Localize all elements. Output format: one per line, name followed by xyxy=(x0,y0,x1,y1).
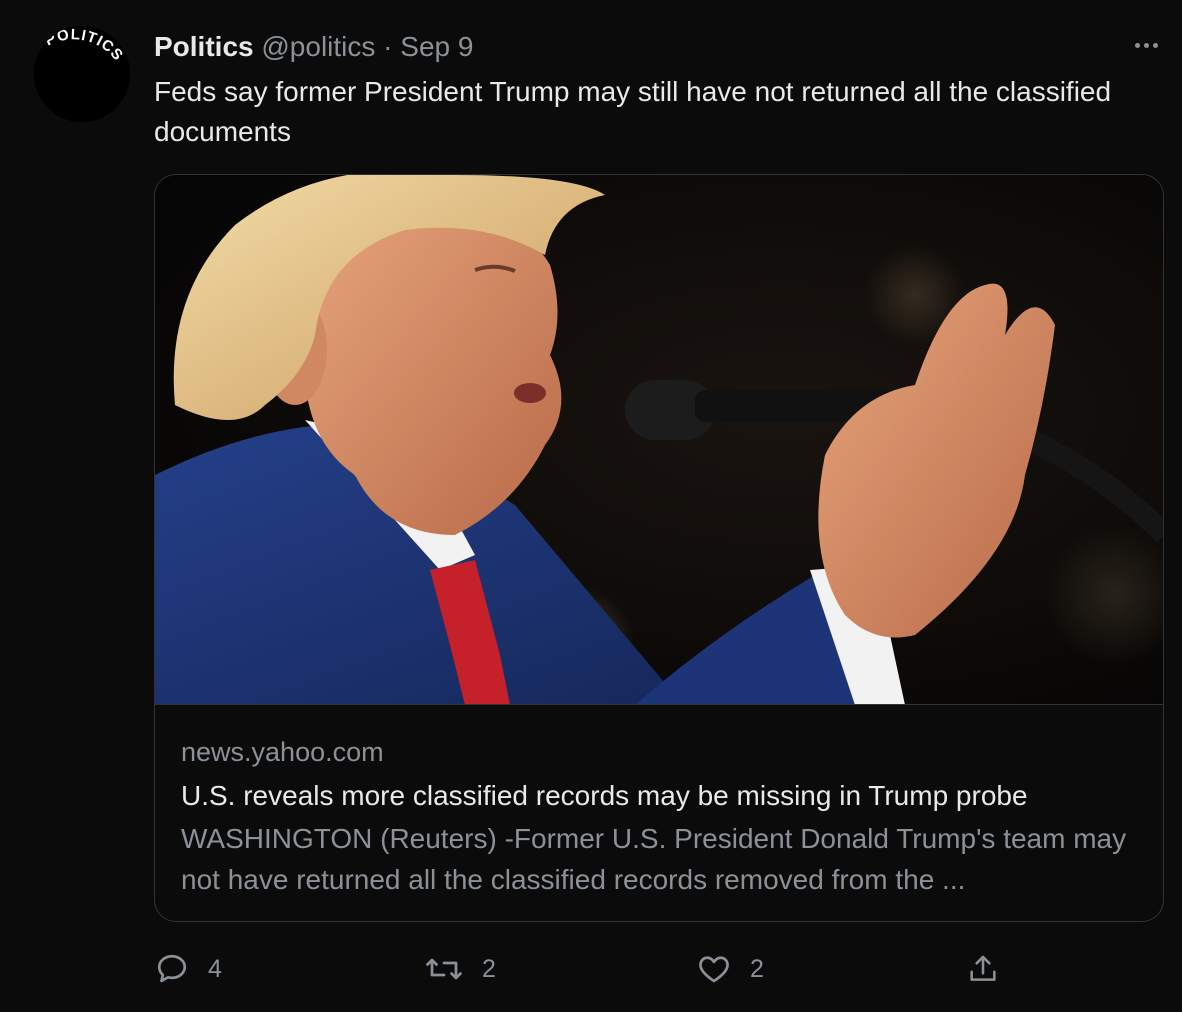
account-handle[interactable]: @politics xyxy=(261,31,375,62)
account-name[interactable]: Politics xyxy=(154,31,254,62)
link-card[interactable]: news.yahoo.com U.S. reveals more classif… xyxy=(154,174,1164,922)
card-title: U.S. reveals more classified records may… xyxy=(181,780,1028,811)
retweet-button[interactable]: 2 xyxy=(424,946,496,992)
header-separator: · xyxy=(383,31,393,62)
share-button[interactable] xyxy=(966,946,1000,992)
reply-button[interactable]: 4 xyxy=(154,946,222,992)
like-count: 2 xyxy=(750,954,764,983)
card-description: WASHINGTON (Reuters) -Former U.S. Presid… xyxy=(181,823,1127,895)
more-dot xyxy=(1152,42,1158,48)
news-photo xyxy=(155,175,1163,704)
share-icon xyxy=(970,955,996,981)
like-button[interactable]: 2 xyxy=(696,946,764,992)
retweet-icon xyxy=(426,958,462,980)
retweet-count: 2 xyxy=(482,954,496,983)
more-dot xyxy=(1143,42,1149,48)
tweet-actions: 4 2 2 xyxy=(154,946,1054,992)
reply-icon xyxy=(157,954,187,983)
reply-count: 4 xyxy=(208,954,222,983)
tweet[interactable]: POLITICS Politics @politics · Sep 9 Feds… xyxy=(0,0,1182,1012)
tweet-header: Politics @politics · Sep 9 xyxy=(154,30,473,64)
more-options-icon[interactable] xyxy=(1128,30,1164,60)
heart-icon xyxy=(699,956,729,983)
tweet-text: Feds say former President Trump may stil… xyxy=(154,76,1112,147)
card-domain: news.yahoo.com xyxy=(181,737,384,767)
avatar[interactable]: POLITICS xyxy=(34,26,130,122)
more-dot xyxy=(1134,42,1140,48)
card-image[interactable] xyxy=(155,175,1163,705)
tweet-date[interactable]: Sep 9 xyxy=(400,31,473,62)
